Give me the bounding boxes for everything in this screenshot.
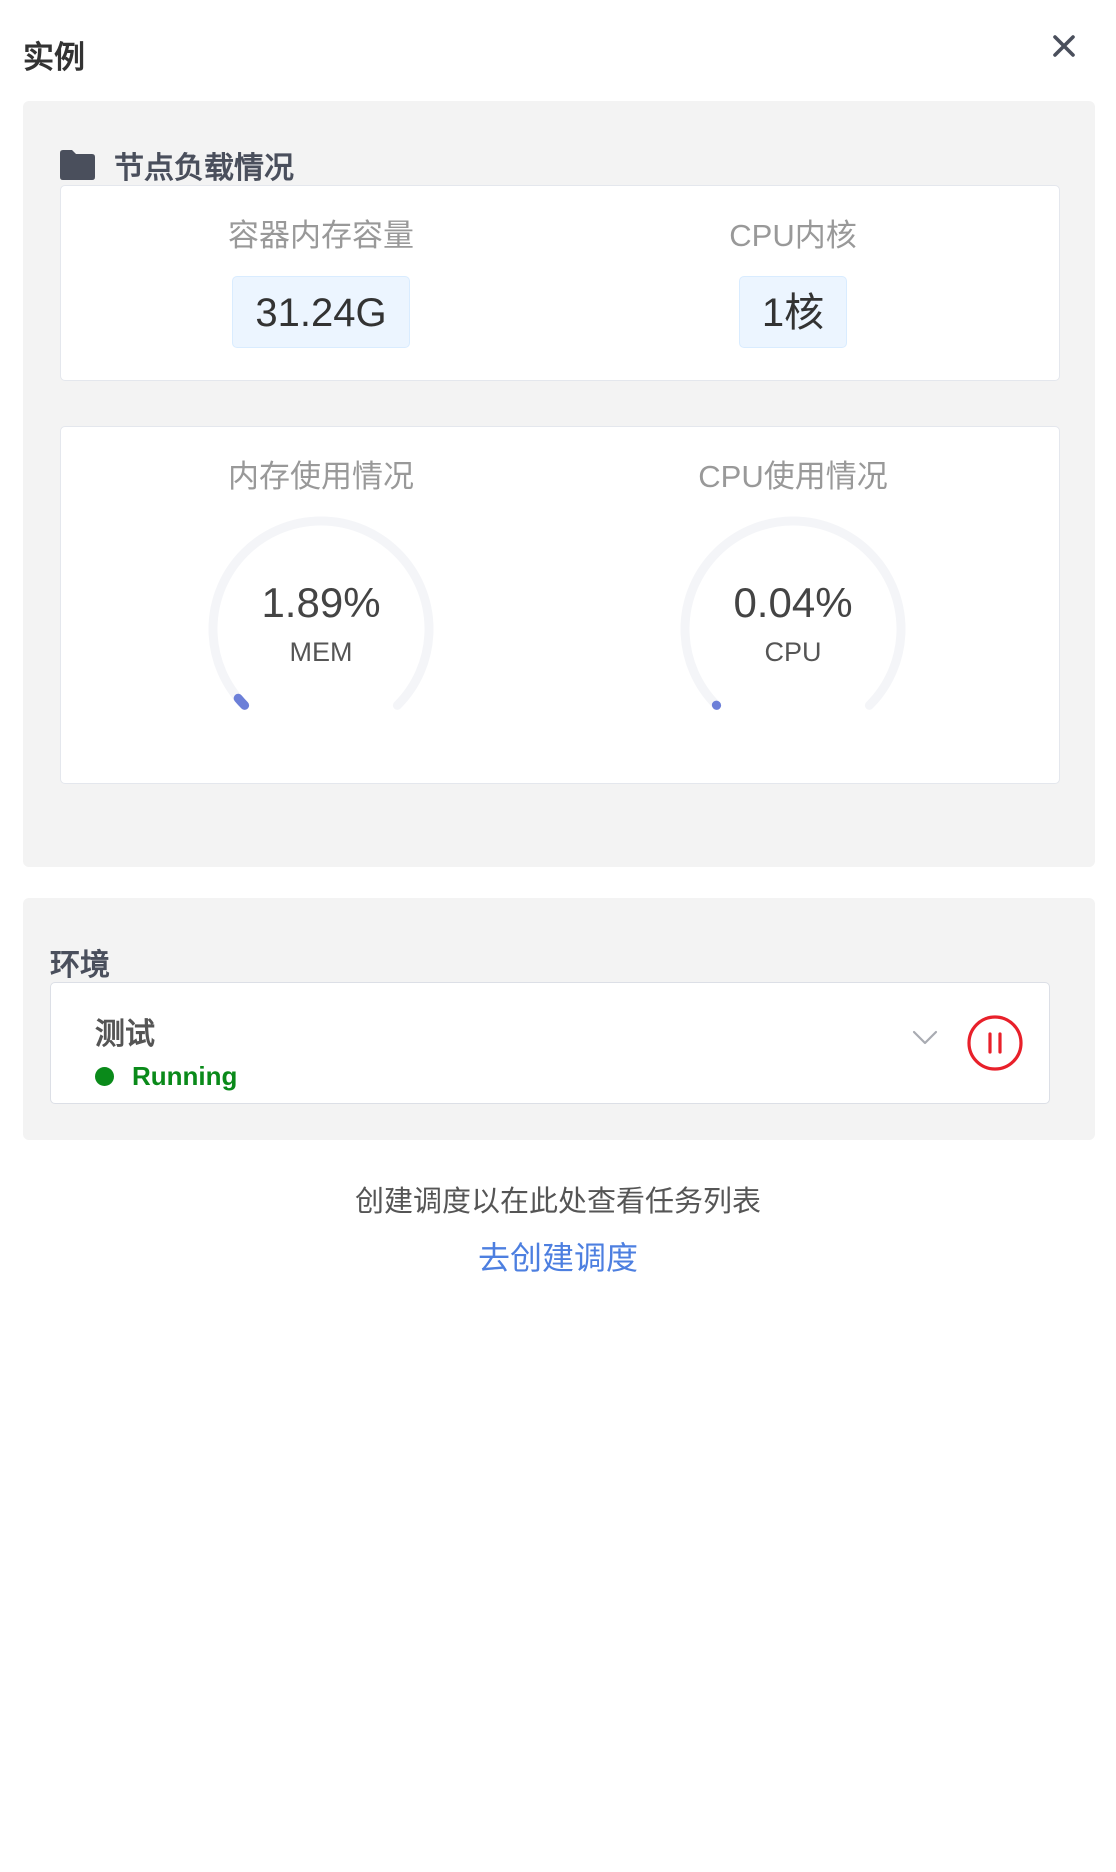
- folder-icon: [60, 150, 95, 180]
- close-icon[interactable]: [1048, 30, 1080, 62]
- status-dot-icon: [95, 1067, 114, 1086]
- memory-usage-unit: MEM: [289, 637, 353, 667]
- dialog-title: 实例: [23, 40, 85, 75]
- memory-capacity-label: 容器内存容量: [228, 218, 414, 253]
- dialog-header: 实例: [0, 0, 1116, 100]
- instance-dialog: 实例 节点负载情况 容器内存容量 31.24G CPU内核 1核 内存使用情况 …: [0, 0, 1116, 1872]
- node-load-title: 节点负载情况: [114, 152, 294, 185]
- cpu-cores-value: 1核: [738, 276, 848, 348]
- memory-gauge: 1.89% MEM: [203, 511, 439, 747]
- environment-panel: 环境 测试 Running: [23, 898, 1095, 1140]
- cpu-cores: CPU内核 1核: [593, 218, 993, 348]
- node-load-heading: 节点负载情况: [59, 143, 294, 187]
- usage-card: 内存使用情况 1.89% MEM CPU使用情况 0.04% CPU: [60, 426, 1060, 784]
- pause-circle-icon[interactable]: [966, 1014, 1024, 1072]
- create-schedule-link[interactable]: 去创建调度: [0, 1233, 1116, 1279]
- node-load-panel: 节点负载情况 容器内存容量 31.24G CPU内核 1核 内存使用情况 1.8…: [23, 101, 1095, 867]
- chevron-down-icon[interactable]: [911, 1029, 939, 1047]
- cpu-gauge: 0.04% CPU: [675, 511, 911, 747]
- capacity-card: 容器内存容量 31.24G CPU内核 1核: [60, 185, 1060, 381]
- cpu-cores-label: CPU内核: [729, 218, 857, 253]
- cpu-usage: CPU使用情况 0.04% CPU: [593, 459, 993, 747]
- memory-capacity: 容器内存容量 31.24G: [121, 218, 521, 348]
- environment-status: Running: [95, 1061, 237, 1092]
- environment-title: 环境: [50, 949, 110, 982]
- environment-select[interactable]: 测试 Running: [50, 982, 1050, 1104]
- empty-state-hint: 创建调度以在此处查看任务列表: [354, 1186, 761, 1218]
- memory-usage: 内存使用情况 1.89% MEM: [121, 459, 521, 747]
- memory-usage-label: 内存使用情况: [228, 459, 414, 494]
- cpu-usage-label: CPU使用情况: [698, 459, 888, 494]
- cpu-usage-unit: CPU: [764, 637, 822, 667]
- cpu-usage-value: 0.04%: [733, 579, 853, 626]
- environment-name: 测试: [95, 1018, 155, 1051]
- memory-usage-value: 1.89%: [261, 579, 381, 626]
- memory-capacity-value: 31.24G: [232, 276, 410, 348]
- memory-gauge-fill: [233, 693, 250, 710]
- status-text: Running: [132, 1061, 238, 1091]
